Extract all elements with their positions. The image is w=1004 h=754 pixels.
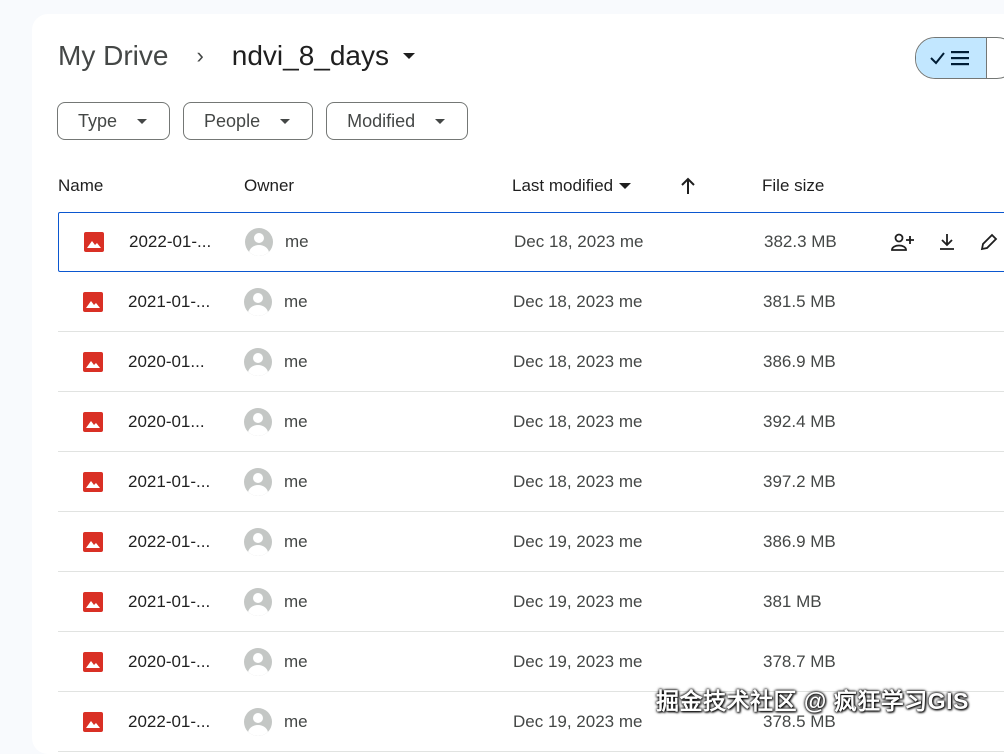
chevron-down-icon xyxy=(137,118,148,124)
last-modified: Dec 18, 2023 me xyxy=(513,471,643,491)
chip-label: Type xyxy=(78,110,118,131)
owner-avatar xyxy=(244,512,272,571)
file-name: 2020-01... xyxy=(128,351,205,371)
filter-chips: Type People Modified xyxy=(57,102,469,140)
file-size: 381.5 MB xyxy=(763,291,836,311)
owner-avatar xyxy=(244,392,272,451)
chip-label: Modified xyxy=(347,110,416,131)
last-modified: Dec 18, 2023 me xyxy=(513,351,643,371)
file-row[interactable]: 2020-01... me Dec 18, 2023 me 392.4 MB xyxy=(58,392,1004,452)
image-file-icon xyxy=(82,632,104,691)
file-name: 2020-01... xyxy=(128,411,205,431)
file-row[interactable]: 2021-01-... me Dec 18, 2023 me 381.5 MB xyxy=(58,272,1004,332)
list-view-button[interactable] xyxy=(916,38,987,78)
file-name: 2022-01-... xyxy=(128,531,211,551)
filter-type-chip[interactable]: Type xyxy=(57,102,171,140)
image-file-icon xyxy=(82,452,104,511)
image-file-icon xyxy=(82,392,104,451)
image-file-icon xyxy=(82,692,104,751)
current-folder-label: ndvi_8_days xyxy=(231,40,390,71)
file-name: 2020-01-... xyxy=(128,651,211,671)
owner-avatar xyxy=(244,692,272,751)
file-size: 397.2 MB xyxy=(763,471,836,491)
row-actions xyxy=(891,213,999,271)
last-modified: Dec 19, 2023 me xyxy=(513,651,643,671)
file-size: 382.3 MB xyxy=(764,232,837,251)
chevron-down-icon xyxy=(280,118,291,124)
owner-avatar xyxy=(244,452,272,511)
owner-name: me xyxy=(284,711,308,731)
file-row[interactable]: 2021-01-... me Dec 18, 2023 me 397.2 MB xyxy=(58,452,1004,512)
column-header-name[interactable]: Name xyxy=(58,176,103,196)
file-size: 386.9 MB xyxy=(763,531,836,551)
breadcrumb: My Drive › ndvi_8_days xyxy=(58,36,416,76)
owner-avatar xyxy=(244,272,272,331)
share-person-add-icon[interactable] xyxy=(891,232,915,252)
last-modified: Dec 18, 2023 me xyxy=(514,232,644,251)
file-row[interactable]: 2022-01-... me Dec 19, 2023 me 386.9 MB xyxy=(58,512,1004,572)
breadcrumb-separator-icon: › xyxy=(196,43,204,68)
image-file-icon xyxy=(83,213,105,271)
last-modified: Dec 19, 2023 me xyxy=(513,591,643,611)
watermark: 掘金技术社区 @ 疯狂学习GIS xyxy=(656,688,969,714)
file-size: 386.9 MB xyxy=(763,351,836,371)
chevron-down-icon xyxy=(435,118,446,124)
last-modified: Dec 19, 2023 me xyxy=(513,711,643,731)
owner-name: me xyxy=(284,351,308,371)
owner-name: me xyxy=(284,651,308,671)
owner-name: me xyxy=(284,531,308,551)
column-header-file-size[interactable]: File size xyxy=(762,176,824,196)
file-name: 2021-01-... xyxy=(128,291,211,311)
last-modified: Dec 19, 2023 me xyxy=(513,531,643,551)
file-row[interactable]: 2022-01-... me Dec 18, 2023 me 382.3 MB xyxy=(58,212,1004,272)
filter-modified-chip[interactable]: Modified xyxy=(326,102,469,140)
download-icon[interactable] xyxy=(937,232,957,252)
owner-avatar xyxy=(244,332,272,391)
checked-list-icon xyxy=(930,51,969,66)
last-modified: Dec 18, 2023 me xyxy=(513,411,643,431)
column-header-last-modified[interactable]: Last modified xyxy=(512,176,632,196)
owner-avatar xyxy=(245,213,273,271)
chevron-down-icon xyxy=(619,183,632,189)
column-header-owner: Owner xyxy=(244,176,295,195)
rename-pencil-icon[interactable] xyxy=(979,232,999,252)
owner-name: me xyxy=(284,411,308,431)
grid-view-button[interactable] xyxy=(987,38,1004,78)
owner-name: me xyxy=(285,232,309,251)
owner-name: me xyxy=(284,291,308,311)
file-row[interactable]: 2020-01... me Dec 18, 2023 me 386.9 MB xyxy=(58,332,1004,392)
last-modified: Dec 18, 2023 me xyxy=(513,291,643,311)
view-toggle xyxy=(915,37,1004,79)
image-file-icon xyxy=(82,512,104,571)
owner-avatar xyxy=(244,632,272,691)
file-row[interactable]: 2021-01-... me Dec 19, 2023 me 381 MB xyxy=(58,572,1004,632)
filter-people-chip[interactable]: People xyxy=(183,102,314,140)
last-modified-label: Last modified xyxy=(512,176,614,195)
image-file-icon xyxy=(82,572,104,631)
image-file-icon xyxy=(82,272,104,331)
image-file-icon xyxy=(82,332,104,391)
folder-menu-caret-icon xyxy=(403,53,416,59)
chip-label: People xyxy=(204,110,261,131)
owner-name: me xyxy=(284,471,308,491)
file-name: 2022-01-... xyxy=(128,711,211,731)
file-name: 2022-01-... xyxy=(129,232,212,251)
owner-avatar xyxy=(244,572,272,631)
file-size: 392.4 MB xyxy=(763,411,836,431)
file-name: 2021-01-... xyxy=(128,591,211,611)
breadcrumb-current-folder[interactable]: ndvi_8_days xyxy=(231,40,416,72)
file-size: 381 MB xyxy=(763,591,822,611)
breadcrumb-root[interactable]: My Drive xyxy=(58,40,168,72)
sort-ascending-icon[interactable] xyxy=(679,176,697,196)
owner-name: me xyxy=(284,591,308,611)
file-name: 2021-01-... xyxy=(128,471,211,491)
